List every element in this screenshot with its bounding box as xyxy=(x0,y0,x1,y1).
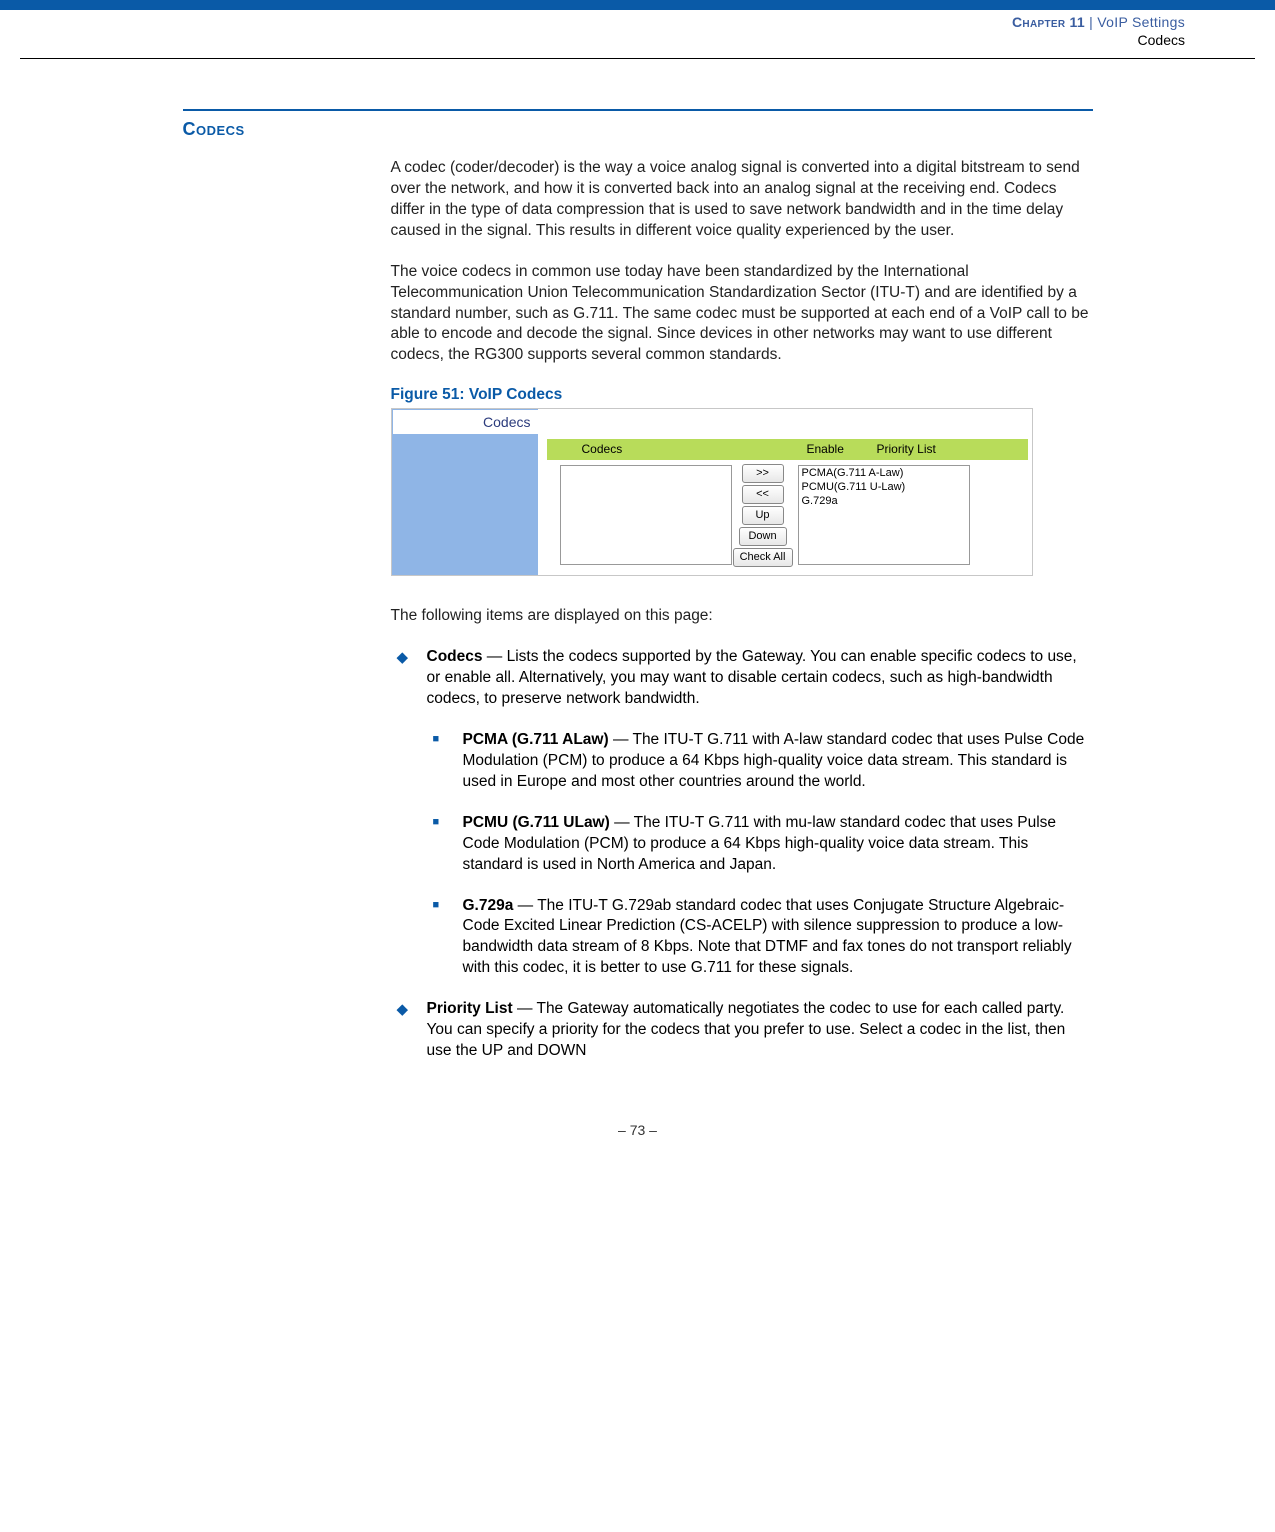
move-up-button[interactable]: Up xyxy=(742,506,784,525)
header-subsection: Codecs xyxy=(0,30,1185,48)
priority-term: Priority List xyxy=(427,1000,513,1017)
move-left-button[interactable]: << xyxy=(742,485,784,504)
priority-item-3[interactable]: G.729a xyxy=(802,495,966,509)
g729a-term: G.729a xyxy=(463,897,514,914)
chapter-word: Chapter xyxy=(1012,14,1065,30)
priority-text: — The Gateway automatically negotiates t… xyxy=(427,1000,1066,1059)
intro-paragraph-1: A codec (coder/decoder) is the way a voi… xyxy=(391,158,1091,242)
item-pcma: PCMA (G.711 ALaw) — The ITU-T G.711 with… xyxy=(391,730,1091,793)
codecs-term: Codecs xyxy=(427,648,483,665)
move-right-button[interactable]: >> xyxy=(742,464,784,483)
item-g729a: G.729a — The ITU-T G.729ab standard code… xyxy=(391,896,1091,980)
move-down-button[interactable]: Down xyxy=(739,527,787,546)
header-line1: Chapter 11 | VoIP Settings xyxy=(0,14,1185,30)
section-rule xyxy=(183,109,1093,111)
priority-item-1[interactable]: PCMA(G.711 A-Law) xyxy=(802,467,966,481)
priority-item-2[interactable]: PCMU(G.711 U-Law) xyxy=(802,481,966,495)
content: Codecs A codec (coder/decoder) is the wa… xyxy=(183,109,1093,1062)
section-title: Codecs xyxy=(183,119,1093,140)
figure-caption: Figure 51: VoIP Codecs xyxy=(391,386,1091,404)
screenshot-column-bar: Codecs Enable Priority List xyxy=(547,439,1028,460)
chapter-number: 11 xyxy=(1070,14,1085,30)
item-pcmu: PCMU (G.711 ULaw) — The ITU-T G.711 with… xyxy=(391,813,1091,876)
item-codecs: Codecs — Lists the codecs supported by t… xyxy=(391,647,1091,710)
body-column: A codec (coder/decoder) is the way a voi… xyxy=(391,158,1091,1062)
top-banner-bar xyxy=(0,0,1275,10)
page-header: Chapter 11 | VoIP Settings Codecs xyxy=(0,10,1275,54)
g729a-text: — The ITU-T G.729ab standard codec that … xyxy=(463,897,1072,977)
header-section: VoIP Settings xyxy=(1097,14,1185,30)
items-intro: The following items are displayed on thi… xyxy=(391,606,1091,627)
item-priority-list: Priority List — The Gateway automaticall… xyxy=(391,999,1091,1062)
page-number: – 73 – xyxy=(0,1082,1275,1158)
codecs-listbox[interactable] xyxy=(560,465,732,565)
codecs-text: — Lists the codecs supported by the Gate… xyxy=(427,648,1077,707)
col-enable: Enable xyxy=(807,442,844,456)
priority-listbox[interactable]: PCMA(G.711 A-Law) PCMU(G.711 U-Law) G.72… xyxy=(798,465,970,565)
screenshot-figure: Codecs Codecs Enable Priority List >> <<… xyxy=(391,408,1033,576)
pcma-term: PCMA (G.711 ALaw) xyxy=(463,731,609,748)
col-priority: Priority List xyxy=(877,442,936,456)
intro-paragraph-2: The voice codecs in common use today hav… xyxy=(391,262,1091,367)
screenshot-tab-label: Codecs xyxy=(393,410,539,434)
header-rule xyxy=(20,58,1255,59)
col-codecs: Codecs xyxy=(582,442,623,456)
check-all-button[interactable]: Check All xyxy=(733,548,793,567)
pcmu-term: PCMU (G.711 ULaw) xyxy=(463,814,610,831)
